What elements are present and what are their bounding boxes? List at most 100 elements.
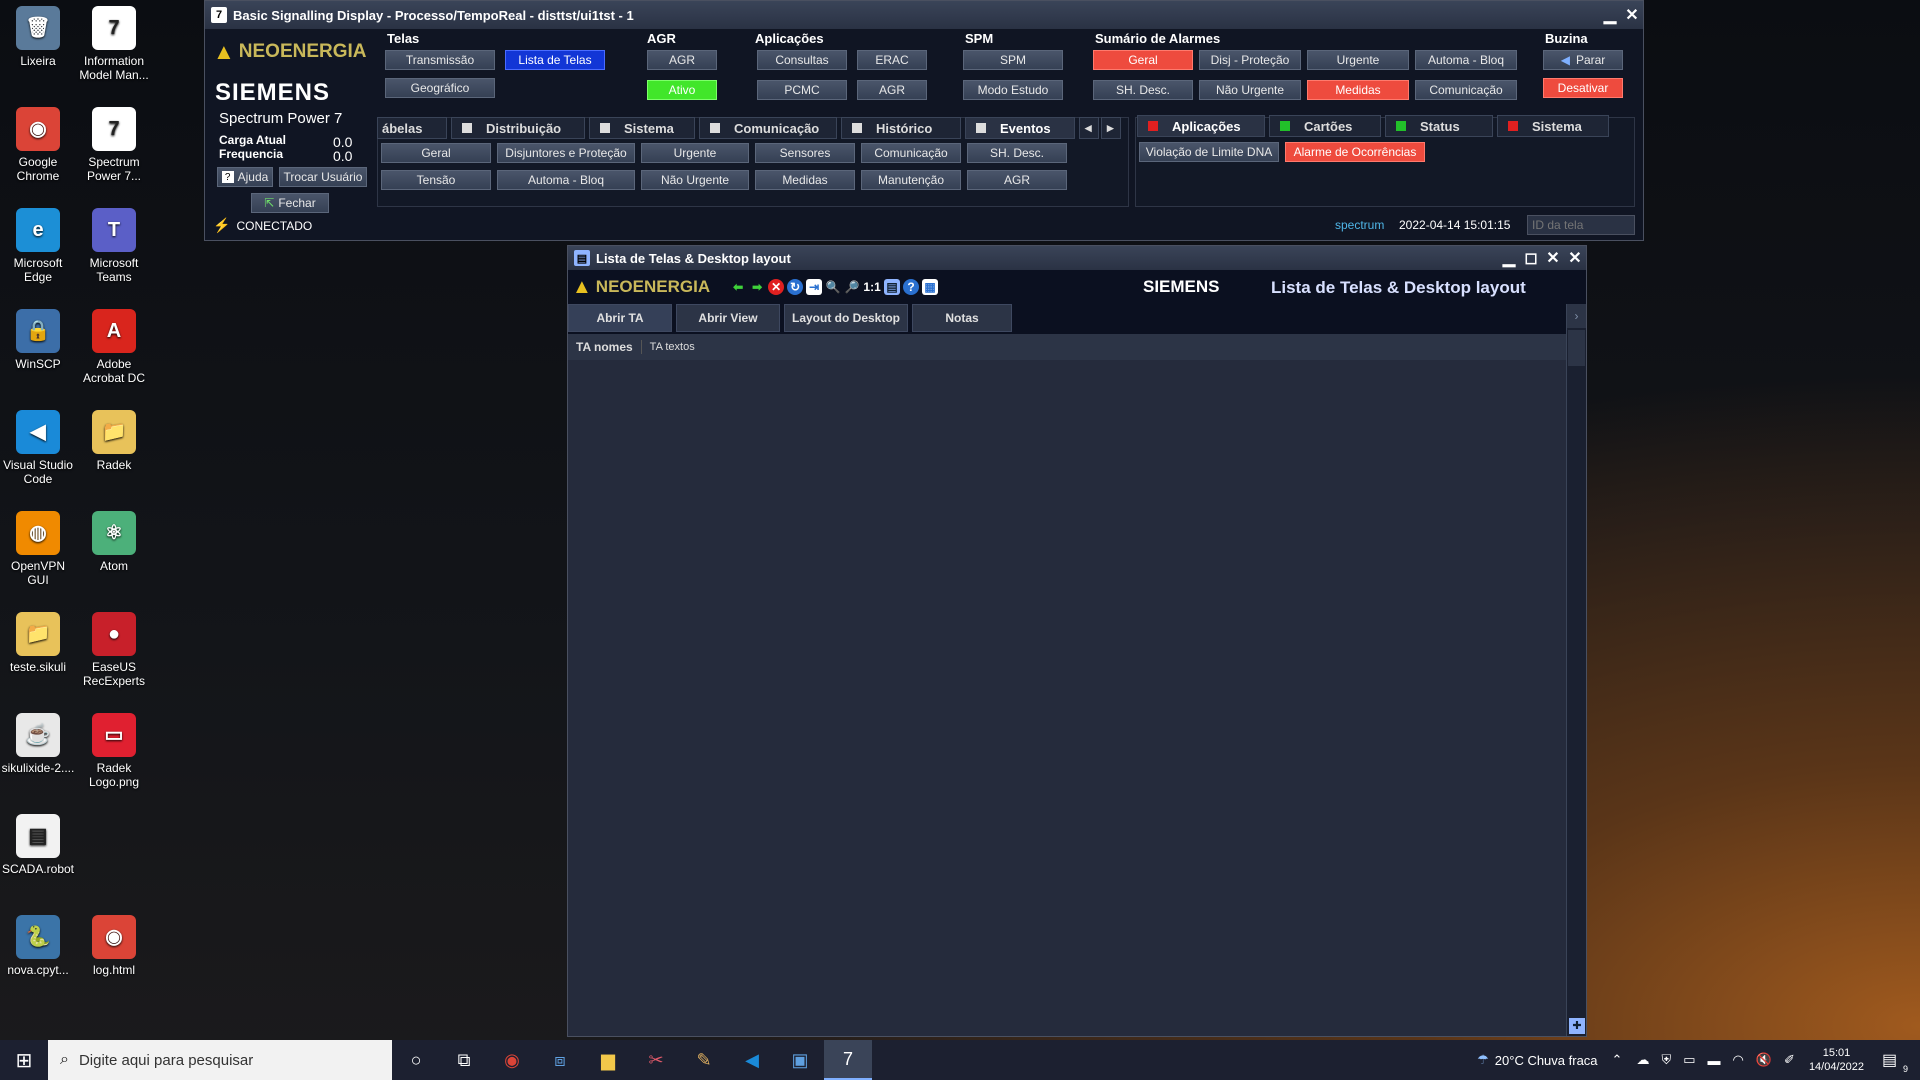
modo-estudo-button[interactable]: Modo Estudo — [963, 80, 1063, 100]
aplic-agr-button[interactable]: AGR — [857, 80, 927, 100]
bsd-titlebar[interactable]: 7 Basic Signalling Display - Processo/Te… — [205, 1, 1643, 29]
desktop-icon[interactable]: ◉ Google Chrome — [0, 107, 76, 183]
tab-scroll-left[interactable]: ◂ — [1079, 117, 1099, 139]
violacao-button[interactable]: Violação de Limite DNA — [1139, 142, 1279, 162]
tab-tabelas[interactable]: ábelas — [377, 117, 447, 139]
cortana-icon[interactable]: ○ — [392, 1040, 440, 1080]
desktop-icon[interactable]: 🗑 Lixeira — [0, 6, 76, 68]
evt-sensores-button[interactable]: Sensores — [755, 143, 855, 163]
display-icon[interactable]: ▭ — [1683, 1052, 1695, 1068]
forward-arrow-icon[interactable]: ➡ — [749, 279, 765, 295]
zoom-reset-icon[interactable]: 1:1 — [863, 279, 881, 295]
battery-icon[interactable]: ▬ — [1708, 1053, 1721, 1068]
desktop-icon[interactable]: 📁 Radek — [76, 410, 152, 472]
tab-abrir-ta[interactable]: Abrir TA — [568, 304, 672, 332]
paint-icon[interactable]: ✎ — [680, 1040, 728, 1080]
evt-disjuntores-button[interactable]: Disjuntores e Proteção — [497, 143, 635, 163]
spm-button[interactable]: SPM — [963, 50, 1063, 70]
tab-notas[interactable]: Notas — [912, 304, 1012, 332]
tab-eventos[interactable]: Eventos — [965, 117, 1075, 139]
desktop-icon[interactable]: A Adobe Acrobat DC — [76, 309, 152, 385]
evt-comunicacao-button[interactable]: Comunicação — [861, 143, 961, 163]
evt-agr-button[interactable]: AGR — [967, 170, 1067, 190]
evt-urgente-button[interactable]: Urgente — [641, 143, 749, 163]
desktop-icon[interactable]: ⚛ Atom — [76, 511, 152, 573]
desktop-icon[interactable]: 🐍 nova.cpyt... — [0, 915, 76, 977]
desktop-icon[interactable]: ◀ Visual Studio Code — [0, 410, 76, 486]
document-icon[interactable]: ▤ — [884, 279, 901, 295]
desktop-icon[interactable]: ● EaseUS RecExperts — [76, 612, 152, 688]
taskbar-search[interactable]: ⌕ Digite aqui para pesquisar — [48, 1040, 392, 1080]
evt-medidas-button[interactable]: Medidas — [755, 170, 855, 190]
evt-tensao-button[interactable]: Tensão — [381, 170, 491, 190]
pcmc-button[interactable]: PCMC — [757, 80, 847, 100]
desktop-icon[interactable]: 7 Information Model Man... — [76, 6, 152, 82]
zoom-in-icon[interactable]: 🔎 — [844, 279, 860, 295]
minimize-icon[interactable]: ▁ — [1599, 4, 1621, 26]
task-view-icon[interactable]: ⧉ — [440, 1040, 488, 1080]
evt-geral-button[interactable]: Geral — [381, 143, 491, 163]
desktop-icon[interactable]: ▭ Radek Logo.png — [76, 713, 152, 789]
minimize-icon[interactable]: ▁ — [1498, 247, 1520, 269]
network-app-icon[interactable]: ⧈ — [536, 1040, 584, 1080]
wifi-icon[interactable]: ◠ — [1733, 1052, 1744, 1068]
tab-layout-desktop[interactable]: Layout do Desktop — [784, 304, 908, 332]
alarm-nao-urgente-button[interactable]: Não Urgente — [1199, 80, 1301, 100]
remote-app-icon[interactable]: ▣ — [776, 1040, 824, 1080]
close-icon[interactable]: ✕ — [1542, 247, 1564, 269]
scroll-thumb[interactable] — [1568, 330, 1585, 366]
close-icon[interactable]: ✕ — [1621, 4, 1643, 26]
evt-sh-button[interactable]: SH. Desc. — [967, 143, 1067, 163]
desktop-icon[interactable]: 📁 teste.sikuli — [0, 612, 76, 674]
onedrive-icon[interactable]: ☁ — [1636, 1052, 1649, 1068]
desktop-icon[interactable]: ▤ SCADA.robot — [0, 814, 76, 876]
evt-nao-urgente-button[interactable]: Não Urgente — [641, 170, 749, 190]
close-button[interactable]: ⇱ Fechar — [251, 193, 329, 213]
lt-titlebar[interactable]: ▤ Lista de Telas & Desktop layout ▁ ◻ ✕ … — [568, 246, 1586, 270]
export-icon[interactable]: ⇥ — [806, 279, 823, 295]
chrome-icon[interactable]: ◉ — [488, 1040, 536, 1080]
start-button[interactable]: ⊞ — [0, 1040, 48, 1080]
consultas-button[interactable]: Consultas — [757, 50, 847, 70]
stop-icon[interactable]: ✕ — [768, 279, 785, 295]
desktop-icon[interactable]: 🔒 WinSCP — [0, 309, 76, 371]
alarm-urgente-button[interactable]: Urgente — [1307, 50, 1409, 70]
alarm-disj-button[interactable]: Disj - Proteção — [1199, 50, 1301, 70]
back-arrow-icon[interactable]: ⬅ — [730, 279, 746, 295]
chevron-up-icon[interactable]: ⌃ — [1612, 1052, 1623, 1068]
spectrum-icon[interactable]: 7 — [824, 1040, 872, 1080]
help-icon[interactable]: ? — [903, 279, 920, 295]
tab-sistema[interactable]: Sistema — [589, 117, 695, 139]
desktop-icon[interactable]: ◉ log.html — [76, 915, 152, 977]
maximize-icon[interactable]: ◻ — [1520, 247, 1542, 269]
vscode-icon[interactable]: ◀ — [728, 1040, 776, 1080]
evt-manutencao-button[interactable]: Manutenção — [861, 170, 961, 190]
geografico-button[interactable]: Geográfico — [385, 78, 495, 98]
refresh-icon[interactable]: ↻ — [787, 279, 804, 295]
snipping-tool-icon[interactable]: ✂ — [632, 1040, 680, 1080]
tab-abrir-view[interactable]: Abrir View — [676, 304, 780, 332]
desktop-icon[interactable]: 7 Spectrum Power 7... — [76, 107, 152, 183]
help-button[interactable]: ? Ajuda — [217, 167, 273, 187]
notifications-icon[interactable]: ▤ 9 — [1882, 1050, 1908, 1074]
screen-id-input[interactable] — [1527, 215, 1635, 235]
tab-comunicacao[interactable]: Comunicação — [699, 117, 837, 139]
tab-sistema-right[interactable]: Sistema — [1497, 115, 1609, 137]
alarm-sh-button[interactable]: SH. Desc. — [1093, 80, 1193, 100]
scroll-right-arrow[interactable]: › — [1567, 304, 1586, 328]
alarm-comunicacao-button[interactable]: Comunicação — [1415, 80, 1517, 100]
close-outer-icon[interactable]: ✕ — [1564, 247, 1586, 269]
desativar-button[interactable]: Desativar — [1543, 78, 1623, 98]
agr-ativo-button[interactable]: Ativo — [647, 80, 717, 100]
desktop-icon[interactable]: T Microsoft Teams — [76, 208, 152, 284]
tab-historico[interactable]: Histórico — [841, 117, 961, 139]
zoom-out-icon[interactable]: 🔍 — [825, 279, 841, 295]
volume-muted-icon[interactable]: 🔇 — [1756, 1052, 1772, 1068]
alarme-ocorrencias-button[interactable]: Alarme de Ocorrências — [1285, 142, 1425, 162]
security-icon[interactable]: ⛨ — [1661, 1052, 1671, 1068]
agr-button[interactable]: AGR — [647, 50, 717, 70]
transmissao-button[interactable]: Transmissão — [385, 50, 495, 70]
pen-icon[interactable]: ✐ — [1784, 1052, 1795, 1068]
subtab-ta-nomes[interactable]: TA nomes — [576, 340, 642, 354]
alarm-automa-button[interactable]: Automa - Bloq — [1415, 50, 1517, 70]
